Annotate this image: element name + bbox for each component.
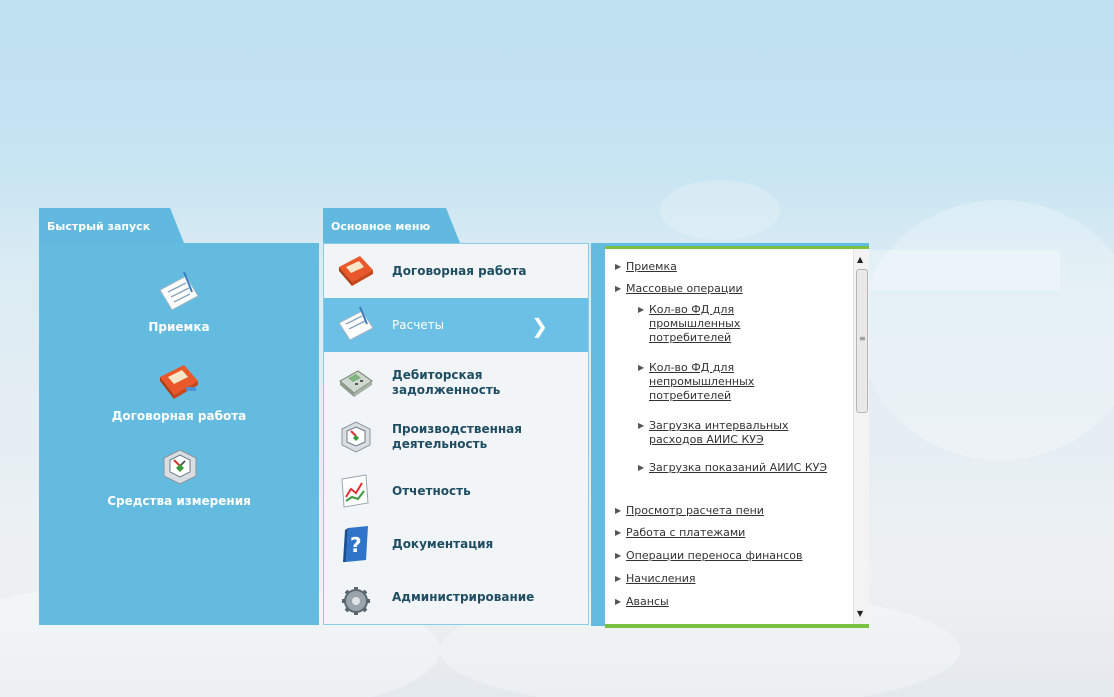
triangle-right-icon: ▶ [615,551,622,560]
submenu-item-fd-nonindustrial[interactable]: ▶ Кол-во ФД для непромышленных потребите… [638,361,773,403]
submenu-item-advances[interactable]: ▶ Авансы [615,595,845,609]
submenu-list-box: ▶ Приемка ▶ Массовые операции ▶ Кол-во Ф… [605,246,869,628]
menu-item-production[interactable]: Производственная деятельность [324,410,588,464]
menu-item-calculations[interactable]: Расчеты ❯ [324,298,588,352]
scroll-up-arrow-icon[interactable]: ▲ [857,255,863,264]
submenu-scrollbar[interactable]: ▲ ≡ ▼ [853,249,869,624]
menu-item-contract-work[interactable]: Договорная работа [324,244,588,298]
quick-item-measuring-devices[interactable]: Средства измерения [39,444,319,508]
triangle-right-icon: ▶ [615,574,622,583]
triangle-right-icon: ▶ [615,528,622,537]
svg-text:?: ? [350,533,362,557]
chevron-right-icon: ❯ [531,314,548,338]
submenu-item-penalty-view[interactable]: ▶ Просмотр расчета пени [615,504,845,518]
quick-item-priemka[interactable]: Приемка [39,270,319,334]
submenu-item-interval-upload[interactable]: ▶ Загрузка интервальных расходов АИИС КУ… [638,419,818,447]
quick-launch-panel: Приемка Договорная работа Средства измер… [39,243,319,625]
meter-gauge-icon [341,421,371,453]
tab-main-menu[interactable]: Основное меню [323,208,460,243]
triangle-right-icon: ▶ [638,463,645,472]
menu-item-administration[interactable]: Администрирование [324,570,588,624]
menu-item-contract-work-label: Договорная работа [392,263,527,278]
triangle-right-icon: ▶ [615,506,622,515]
submenu-item-payments[interactable]: ▶ Работа с платежами [615,526,845,540]
menu-item-production-label: Производственная деятельность [392,422,522,451]
quick-item-contract-work[interactable]: Договорная работа [39,359,319,423]
submenu-item-mass-operations[interactable]: ▶ Массовые операции [615,282,845,296]
submenu-item-readings-upload[interactable]: ▶ Загрузка показаний АИИС КУЭ [638,461,838,475]
quick-item-measuring-devices-label: Средства измерения [107,494,251,508]
menu-item-documentation-label: Документация [392,536,494,551]
triangle-right-icon: ▶ [638,421,645,430]
scroll-down-arrow-icon[interactable]: ▼ [857,609,863,618]
submenu-list: ▶ Приемка ▶ Массовые операции ▶ Кол-во Ф… [605,249,851,624]
submenu-item-priemka[interactable]: ▶ Приемка [615,260,845,274]
submenu-item-fd-industrial[interactable]: ▶ Кол-во ФД для промышленных потребителе… [638,303,773,345]
tab-main-menu-label: Основное меню [331,220,431,233]
scrollbar-thumb[interactable]: ≡ [856,269,868,413]
menu-item-receivables-label: Дебиторская задолженность [392,368,501,397]
triangle-right-icon: ▶ [615,262,622,271]
contract-folder-icon [339,256,373,286]
tab-quick-launch[interactable]: Быстрый запуск [39,208,184,243]
main-menu-panel: Договорная работа Расчеты ❯ Дебиторская … [323,243,589,625]
triangle-right-icon: ▶ [638,363,645,372]
meter-gauge-icon [163,449,197,485]
calculator-icon [339,370,373,397]
submenu-panel: ▶ Приемка ▶ Массовые операции ▶ Кол-во Ф… [591,243,869,628]
triangle-right-icon: ▶ [615,597,622,606]
menu-item-administration-label: Администрирование [392,589,535,604]
grip-icon: ≡ [859,334,866,343]
menu-item-calculations-label: Расчеты [392,317,445,332]
help-book-icon: ? [343,526,368,562]
chart-report-icon [341,474,369,508]
menu-item-documentation[interactable]: ? Документация [324,517,588,571]
quick-item-contract-work-label: Договорная работа [111,409,247,423]
triangle-down-icon: ▶ [615,284,622,293]
menu-item-reporting[interactable]: Отчетность [324,464,588,518]
contract-folder-icon [160,365,198,399]
triangle-right-icon: ▶ [638,305,645,314]
submenu-item-accruals[interactable]: ▶ Начисления [615,572,845,586]
submenu-item-finance-transfer[interactable]: ▶ Операции переноса финансов [615,549,845,563]
signed-document-icon [338,306,374,341]
signed-document-icon [159,271,199,311]
menu-item-receivables[interactable]: Дебиторская задолженность [324,356,588,410]
menu-item-reporting-label: Отчетность [392,483,471,498]
quick-item-priemka-label: Приемка [148,320,210,334]
tab-quick-launch-label: Быстрый запуск [47,220,151,233]
gear-icon [342,587,370,615]
